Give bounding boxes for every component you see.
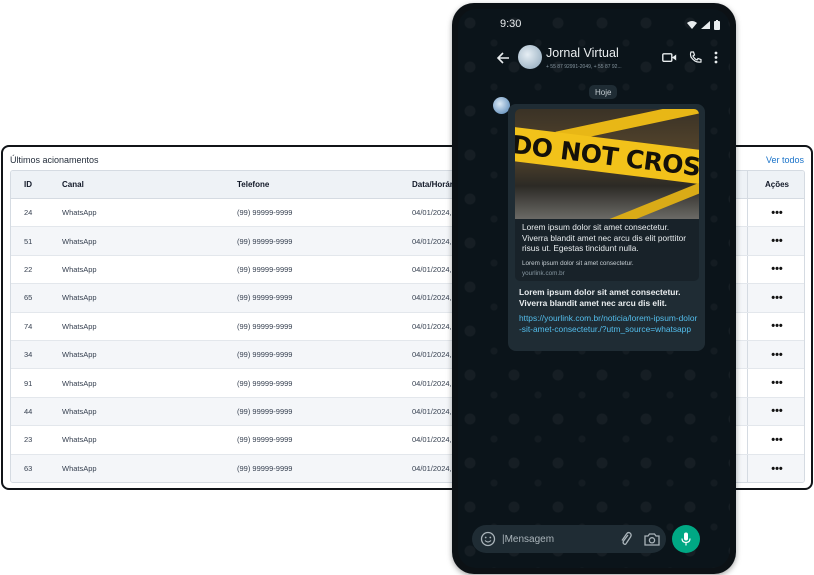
card-title: Últimos acionamentos [10,155,99,165]
video-call-icon[interactable] [662,52,677,63]
preview-domain: yourlink.com.br [522,270,565,277]
more-horiz-icon[interactable]: ••• [771,377,783,389]
cell-canal: WhatsApp [62,464,97,474]
phone-mockup: 9:30 Jornal Virtual + 55 87 92991-2049, … [452,3,736,574]
wifi-icon [687,21,697,29]
camera-icon[interactable] [644,532,660,546]
preview-image-tape: DO NOT CROSS POLICE [515,126,699,186]
row-actions-cell: ••• [747,369,804,397]
row-actions-cell: ••• [747,340,804,369]
message-text: Lorem ipsum dolor sit amet consectetur. … [519,287,681,308]
cell-canal: WhatsApp [62,350,97,360]
chat-app-bar: Jornal Virtual + 55 87 92991-2049, + 55 … [458,37,730,79]
cell-telefone: (99) 99999-9999 [237,293,293,303]
attach-icon[interactable] [619,531,633,547]
signal-icon [701,21,710,29]
cell-id: 44 [24,406,33,416]
cell-telefone: (99) 99999-9999 [237,464,293,474]
header-id: ID [24,180,32,189]
cell-id: 91 [24,378,33,388]
row-actions-cell: ••• [747,255,804,284]
cell-canal: WhatsApp [62,406,97,416]
more-horiz-icon[interactable]: ••• [771,405,783,417]
more-horiz-icon[interactable]: ••• [771,349,783,361]
cell-data: 04/01/2024, 1 [412,435,458,445]
message-link[interactable]: https://yourlink.com.br/noticia/lorem-ip… [519,313,699,334]
more-horiz-icon[interactable]: ••• [771,434,783,446]
cell-id: 23 [24,435,33,445]
cell-id: 24 [24,208,33,218]
more-horiz-icon[interactable]: ••• [771,292,783,304]
cell-telefone: (99) 99999-9999 [237,264,293,274]
row-actions-cell: ••• [747,397,804,426]
message-input[interactable] [502,529,612,549]
row-actions-cell: ••• [747,426,804,454]
message-composer [472,525,666,553]
date-divider: Hoje [589,85,618,99]
cell-canal: WhatsApp [62,208,97,218]
more-horiz-icon[interactable]: ••• [771,235,783,247]
mic-icon [681,532,691,546]
battery-icon [714,20,720,30]
chat-participants: + 55 87 92991-2049, + 55 87 92... [546,64,622,70]
header-telefone: Telefone [237,180,270,189]
see-all-link[interactable]: Ver todos [766,155,804,165]
cell-id: 22 [24,264,33,274]
more-vert-icon[interactable] [714,51,718,64]
more-horiz-icon[interactable]: ••• [771,263,783,275]
link-preview[interactable]: DO NOT CROSS POLICE Lorem ipsum dolor si… [515,109,699,281]
header-canal: Canal [62,180,84,189]
row-actions-cell: ••• [747,284,804,312]
emoji-icon[interactable] [480,531,496,547]
cell-canal: WhatsApp [62,264,97,274]
chat-name[interactable]: Jornal Virtual [546,46,619,60]
row-actions-cell: ••• [747,454,804,482]
whatsapp-chat-screen: 9:30 Jornal Virtual + 55 87 92991-2049, … [458,9,730,568]
cell-telefone: (99) 99999-9999 [237,378,293,388]
row-actions-cell: ••• [747,312,804,340]
chat-actions [662,51,718,64]
cell-telefone: (99) 99999-9999 [237,208,293,218]
cell-telefone: (99) 99999-9999 [237,350,293,360]
preview-description: Lorem ipsum dolor sit amet consectetur. [522,260,634,267]
back-arrow-icon[interactable] [496,51,510,65]
preview-image: DO NOT CROSS POLICE [515,109,699,219]
cell-canal: WhatsApp [62,321,97,331]
status-bar: 9:30 [458,9,730,37]
cell-id: 74 [24,321,33,331]
more-horiz-icon[interactable]: ••• [771,463,783,475]
cell-data: 04/01/2024, 1 [412,464,458,474]
more-horiz-icon[interactable]: ••• [771,320,783,332]
message-bubble[interactable]: DO NOT CROSS POLICE Lorem ipsum dolor si… [508,104,705,351]
row-actions-cell: ••• [747,199,804,227]
voice-message-button[interactable] [672,525,700,553]
cell-data: 04/01/2024, 1 [412,378,458,388]
cell-canal: WhatsApp [62,236,97,246]
cell-telefone: (99) 99999-9999 [237,236,293,246]
cell-id: 63 [24,464,33,474]
more-horiz-icon[interactable]: ••• [771,207,783,219]
status-icons [687,20,720,30]
status-time: 9:30 [500,18,522,30]
cell-data: 04/01/2024, 1 [412,406,458,416]
cell-canal: WhatsApp [62,435,97,445]
cell-telefone: (99) 99999-9999 [237,435,293,445]
cell-telefone: (99) 99999-9999 [237,321,293,331]
phone-call-icon[interactable] [689,51,702,64]
cell-canal: WhatsApp [62,378,97,388]
header-acoes: Ações [747,171,804,198]
cell-id: 34 [24,350,33,360]
cell-telefone: (99) 99999-9999 [237,406,293,416]
cell-canal: WhatsApp [62,293,97,303]
cell-id: 65 [24,293,33,303]
cell-id: 51 [24,236,33,246]
preview-title: Lorem ipsum dolor sit amet consectetur. … [522,222,687,253]
row-actions-cell: ••• [747,227,804,255]
chat-avatar[interactable] [518,45,542,69]
